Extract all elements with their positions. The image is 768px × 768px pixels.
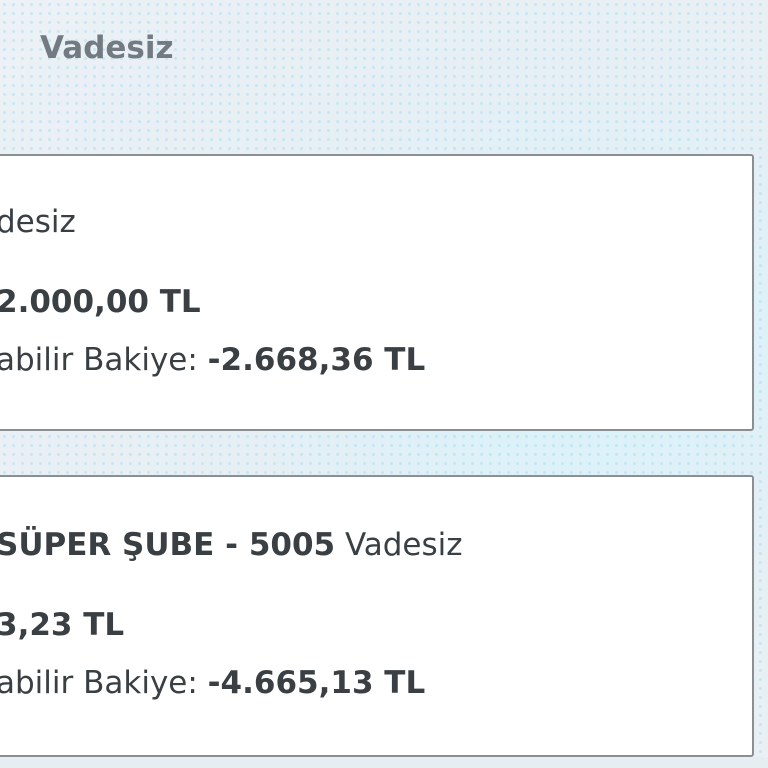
available-balance-row: abilir Bakiye: -4.665,13 TL: [0, 665, 425, 701]
section-title: Vadesiz: [40, 30, 174, 66]
available-balance-row: abilir Bakiye: -2.668,36 TL: [0, 342, 425, 378]
account-balance: 2.000,00 TL: [0, 284, 201, 320]
account-type-label: desiz: [0, 204, 76, 240]
account-card[interactable]: SÜPER ŞUBE - 5005 Vadesiz 3,23 TL abilir…: [0, 475, 754, 757]
account-name: SÜPER ŞUBE - 5005: [0, 527, 336, 563]
available-balance-value: -4.665,13 TL: [207, 665, 426, 701]
account-name: desiz: [0, 204, 76, 240]
account-title-row: SÜPER ŞUBE - 5005 Vadesiz: [0, 527, 463, 563]
available-balance-label: abilir Bakiye:: [0, 665, 198, 701]
account-card[interactable]: desiz 2.000,00 TL abilir Bakiye: -2.668,…: [0, 154, 754, 431]
next-card-edge: [0, 757, 768, 768]
account-type-label: Vadesiz: [344, 527, 463, 563]
available-balance-label: abilir Bakiye:: [0, 342, 198, 378]
account-balance: 3,23 TL: [0, 607, 125, 643]
available-balance-value: -2.668,36 TL: [207, 342, 426, 378]
